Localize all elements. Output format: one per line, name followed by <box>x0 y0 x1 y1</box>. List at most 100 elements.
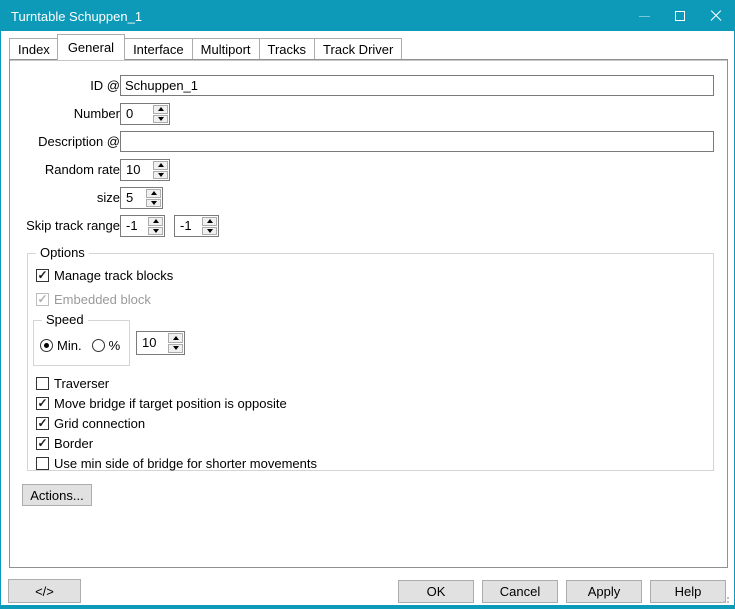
number-label: Number <box>16 103 120 124</box>
move-bridge-checkbox[interactable] <box>36 397 49 410</box>
down-arrow-icon <box>158 117 164 121</box>
tab-index[interactable]: Index <box>9 38 59 60</box>
random-rate-spin-down-button[interactable] <box>153 171 168 180</box>
embedded-block-checkbox <box>36 293 49 306</box>
actions-button[interactable]: Actions... <box>22 484 92 506</box>
speed-value: 10 <box>137 332 167 354</box>
move-bridge-label: Move bridge if target position is opposi… <box>54 396 287 411</box>
speed-spinner[interactable]: 10 <box>136 331 185 355</box>
description-input[interactable] <box>120 131 714 152</box>
tab-page-general: ID @ Number 0 Description @ Random rate … <box>9 59 728 568</box>
dialog-window: Turntable Schuppen_1 Index General Inter… <box>0 0 735 609</box>
tab-general[interactable]: General <box>57 34 125 60</box>
description-label: Description @ <box>16 131 120 152</box>
skip2-spin-down-button[interactable] <box>202 227 217 236</box>
maximize-button[interactable] <box>662 1 698 31</box>
up-arrow-icon <box>158 107 164 111</box>
skip2-spin-up-button[interactable] <box>202 217 217 226</box>
down-arrow-icon <box>207 229 213 233</box>
grid-connection-checkbox[interactable] <box>36 417 49 430</box>
tab-multiport[interactable]: Multiport <box>192 38 260 60</box>
speed-spin-down-button[interactable] <box>168 344 183 354</box>
speed-group-label: Speed <box>42 312 88 327</box>
number-spin-up-button[interactable] <box>153 105 168 114</box>
random-rate-value: 10 <box>121 160 152 180</box>
code-view-button[interactable]: </> <box>8 579 81 603</box>
up-arrow-icon <box>151 191 157 195</box>
border-checkbox-row[interactable]: Border <box>36 436 93 451</box>
options-group-label: Options <box>36 245 89 260</box>
up-arrow-icon <box>173 336 179 340</box>
close-icon <box>710 10 722 22</box>
number-value: 0 <box>121 104 152 124</box>
manage-track-blocks-checkbox-row[interactable]: Manage track blocks <box>36 268 173 283</box>
tab-track-driver[interactable]: Track Driver <box>314 38 402 60</box>
speed-spin-up-button[interactable] <box>168 333 183 343</box>
manage-track-blocks-label: Manage track blocks <box>54 268 173 283</box>
tab-tracks[interactable]: Tracks <box>259 38 316 60</box>
border-checkbox[interactable] <box>36 437 49 450</box>
size-spin-down-button[interactable] <box>146 199 161 208</box>
up-arrow-icon <box>158 163 164 167</box>
speed-percent-label: % <box>109 338 121 353</box>
size-value: 5 <box>121 188 145 208</box>
help-button[interactable]: Help <box>650 580 726 603</box>
titlebar: Turntable Schuppen_1 <box>1 1 734 31</box>
skip-track-range-spinner-2[interactable]: -1 <box>174 215 219 237</box>
number-spinner[interactable]: 0 <box>120 103 170 125</box>
up-arrow-icon <box>153 219 159 223</box>
grid-connection-label: Grid connection <box>54 416 145 431</box>
minimize-icon <box>639 16 650 17</box>
down-arrow-icon <box>158 173 164 177</box>
window-border-bottom <box>1 605 734 608</box>
window-title: Turntable Schuppen_1 <box>1 9 142 24</box>
down-arrow-icon <box>153 229 159 233</box>
traverser-checkbox-row[interactable]: Traverser <box>36 376 109 391</box>
id-input[interactable] <box>120 75 714 96</box>
skip-track-range-spinner-1[interactable]: -1 <box>120 215 165 237</box>
border-label: Border <box>54 436 93 451</box>
embedded-block-checkbox-row: Embedded block <box>36 292 151 307</box>
maximize-icon <box>675 11 685 21</box>
use-min-side-label: Use min side of bridge for shorter movem… <box>54 456 317 471</box>
speed-radio-group: Min. % <box>40 338 130 353</box>
skip-track-range-label: Skip track range <box>16 215 120 236</box>
down-arrow-icon <box>151 201 157 205</box>
skip1-spin-down-button[interactable] <box>148 227 163 236</box>
size-spin-up-button[interactable] <box>146 189 161 198</box>
random-rate-spinner[interactable]: 10 <box>120 159 170 181</box>
caption-buttons <box>626 1 734 31</box>
speed-min-label: Min. <box>57 338 82 353</box>
random-rate-label: Random rate <box>16 159 120 180</box>
tab-bar: Index General Interface Multiport Tracks… <box>9 34 402 60</box>
ok-button[interactable]: OK <box>398 580 474 603</box>
tab-interface[interactable]: Interface <box>124 38 193 60</box>
apply-button[interactable]: Apply <box>566 580 642 603</box>
move-bridge-checkbox-row[interactable]: Move bridge if target position is opposi… <box>36 396 287 411</box>
close-button[interactable] <box>698 1 734 31</box>
traverser-label: Traverser <box>54 376 109 391</box>
number-spin-down-button[interactable] <box>153 115 168 124</box>
minimize-button[interactable] <box>626 1 662 31</box>
options-group: Options Manage track blocks Embedded blo… <box>27 253 714 471</box>
cancel-button[interactable]: Cancel <box>482 580 558 603</box>
grid-connection-checkbox-row[interactable]: Grid connection <box>36 416 145 431</box>
speed-min-radio[interactable] <box>40 339 53 352</box>
size-label: size <box>16 187 120 208</box>
skip-track-range-value-1: -1 <box>121 216 147 236</box>
speed-percent-radio[interactable] <box>92 339 105 352</box>
down-arrow-icon <box>173 346 179 350</box>
manage-track-blocks-checkbox[interactable] <box>36 269 49 282</box>
id-label: ID @ <box>16 75 120 96</box>
use-min-side-checkbox[interactable] <box>36 457 49 470</box>
embedded-block-label: Embedded block <box>54 292 151 307</box>
skip1-spin-up-button[interactable] <box>148 217 163 226</box>
use-min-side-checkbox-row[interactable]: Use min side of bridge for shorter movem… <box>36 456 317 471</box>
speed-group: Speed Min. % <box>33 320 130 366</box>
size-spinner[interactable]: 5 <box>120 187 163 209</box>
skip-track-range-value-2: -1 <box>175 216 201 236</box>
resize-grip[interactable] <box>719 593 729 603</box>
traverser-checkbox[interactable] <box>36 377 49 390</box>
up-arrow-icon <box>207 219 213 223</box>
random-rate-spin-up-button[interactable] <box>153 161 168 170</box>
